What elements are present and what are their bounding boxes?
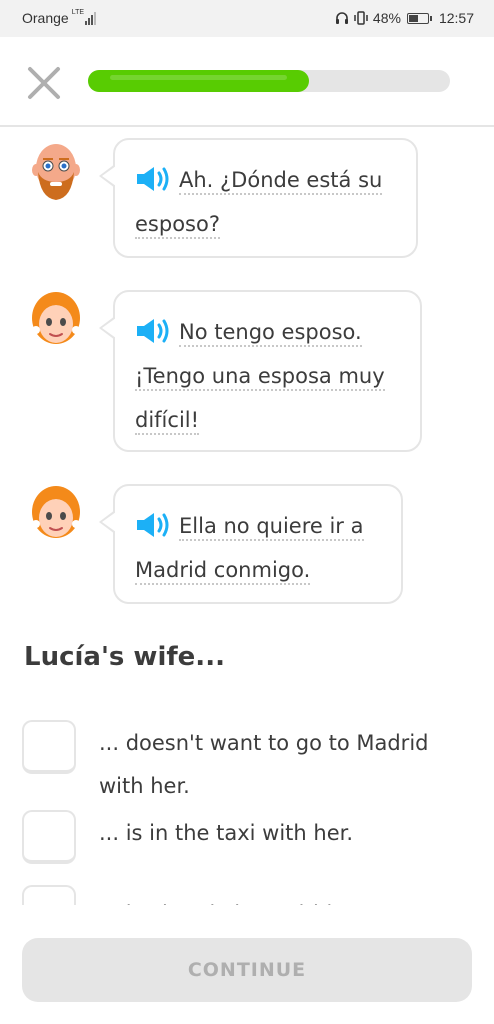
dialogue-bubble-2: No tengo esposo. ¡Tengo una esposa muy d… [99, 290, 422, 452]
lesson-header [0, 37, 494, 127]
dialogue-line[interactable]: Ella no quiere ir a [179, 514, 364, 541]
headphones-icon [335, 12, 348, 24]
answer-option[interactable]: ... is in the taxi with her. [22, 810, 472, 868]
speaker-icon[interactable] [135, 511, 173, 539]
continue-button[interactable]: CONTINUE [22, 938, 472, 1002]
dialogue-bubble-3: Ella no quiere ir a Madrid conmigo. [99, 484, 403, 604]
avatar-orange-haired-woman [32, 486, 80, 538]
bubble-tail [102, 318, 116, 338]
bubble-tail [102, 166, 116, 186]
status-bar: Orange LTE 48% 12:57 [0, 0, 494, 37]
answer-checkbox[interactable] [22, 810, 76, 864]
dialogue-line[interactable]: ¡Tengo una esposa muy [135, 364, 385, 391]
dialogue-line[interactable]: esposo? [135, 212, 220, 239]
answer-checkbox[interactable] [22, 720, 76, 774]
clock: 12:57 [438, 10, 474, 26]
network-type: LTE [71, 8, 85, 16]
lesson-progress-fill [88, 70, 309, 92]
dialogue-line[interactable]: Madrid conmigo. [135, 558, 311, 585]
answer-option-text: ... is in the taxi with her. [99, 812, 459, 855]
vibrate-icon [354, 11, 368, 25]
lesson-progress-bar [88, 70, 450, 92]
bubble-tail [102, 512, 116, 532]
dialogue-bubble-1: Ah. ¿Dónde está su esposo? [99, 138, 418, 258]
battery-icon [406, 12, 432, 24]
status-bar-left: Orange LTE [22, 8, 97, 26]
answer-option-line: ... doesn't want to go to Madrid [99, 731, 429, 755]
dialogue-line[interactable]: No tengo esposo. [179, 320, 362, 347]
speaker-icon[interactable] [135, 165, 173, 193]
close-icon [28, 67, 60, 99]
dialogue-line[interactable]: Ah. ¿Dónde está su [179, 168, 383, 195]
answer-option[interactable]: ... doesn't want to go to Madrid with he… [22, 720, 472, 808]
scroll-fade [0, 905, 494, 911]
carrier-name: Orange [22, 10, 69, 26]
status-bar-right: 48% 12:57 [335, 10, 474, 26]
lesson-progress-highlight [110, 75, 287, 80]
dialogue-line[interactable]: difícil! [135, 408, 200, 435]
speaker-icon[interactable] [135, 317, 173, 345]
answer-option-line: with her. [99, 774, 190, 798]
signal-icon [85, 11, 97, 25]
battery-percent: 48% [372, 10, 401, 26]
answer-option-text: ... doesn't want to go to Madrid with he… [99, 722, 459, 808]
answer-option-line: ... is in the taxi with her. [99, 821, 353, 845]
question-prompt: Lucía's wife... [24, 642, 225, 672]
avatar-bald-man [32, 144, 80, 200]
close-button[interactable] [24, 63, 64, 103]
avatar-orange-haired-woman [32, 292, 80, 344]
